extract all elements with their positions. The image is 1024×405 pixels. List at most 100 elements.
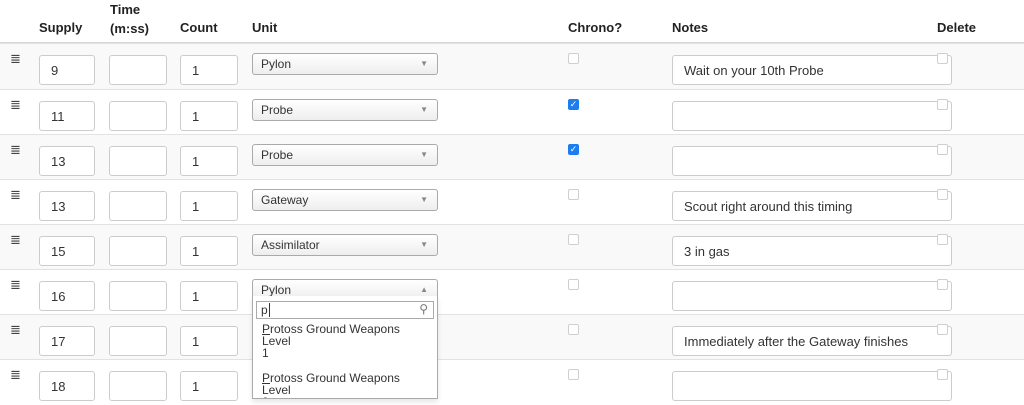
count-input[interactable] [180, 371, 238, 401]
unit-select[interactable]: Assimilator ▼ [252, 234, 438, 256]
drag-handle-icon[interactable]: ≣ [10, 323, 21, 336]
header-supply: Supply [39, 20, 83, 35]
drag-handle-icon[interactable]: ≣ [10, 233, 21, 246]
unit-search-query: p [261, 303, 268, 317]
drag-handle-icon[interactable]: ≣ [10, 368, 21, 381]
chrono-checkbox[interactable] [568, 324, 579, 335]
chevron-down-icon: ▼ [420, 150, 428, 159]
unit-select-value: Pylon [261, 283, 292, 297]
table-row: ≣ [0, 359, 1024, 405]
chrono-checkbox[interactable] [568, 234, 579, 245]
time-input[interactable] [109, 191, 167, 221]
chevron-up-icon: ▲ [420, 285, 428, 294]
supply-input[interactable] [39, 191, 95, 221]
time-input[interactable] [109, 101, 167, 131]
notes-input[interactable] [672, 55, 952, 85]
drag-handle-icon[interactable]: ≣ [10, 52, 21, 65]
drag-handle-icon[interactable]: ≣ [10, 278, 21, 291]
search-icon: ⚲ [419, 302, 428, 316]
unit-dropdown[interactable]: p ⚲ Protoss Ground Weapons Level 1 Protoss… [252, 296, 438, 399]
notes-input[interactable] [672, 191, 952, 221]
supply-input[interactable] [39, 236, 95, 266]
unit-select-value: Pylon [261, 57, 292, 71]
time-input[interactable] [109, 281, 167, 311]
unit-select-value: Gateway [261, 193, 309, 207]
delete-checkbox[interactable] [937, 279, 948, 290]
time-input[interactable] [109, 146, 167, 176]
chrono-checkbox[interactable] [568, 279, 579, 290]
unit-select-value: Assimilator [261, 238, 320, 252]
unit-select[interactable]: Gateway ▼ [252, 189, 438, 211]
count-input[interactable] [180, 55, 238, 85]
delete-checkbox[interactable] [937, 144, 948, 155]
header-unit: Unit [252, 20, 278, 35]
delete-checkbox[interactable] [937, 53, 948, 64]
table-row: ≣ Pylon ▼ [0, 43, 1024, 89]
chrono-checkbox[interactable] [568, 189, 579, 200]
drag-handle-icon[interactable]: ≣ [10, 98, 21, 111]
count-input[interactable] [180, 191, 238, 221]
supply-input[interactable] [39, 146, 95, 176]
chevron-down-icon: ▼ [420, 59, 428, 68]
supply-input[interactable] [39, 281, 95, 311]
header-delete: Delete [937, 20, 977, 35]
header-time-line2: (m:ss) [110, 21, 150, 36]
notes-input[interactable] [672, 326, 952, 356]
count-input[interactable] [180, 101, 238, 131]
delete-checkbox[interactable] [937, 234, 948, 245]
delete-checkbox[interactable] [937, 189, 948, 200]
build-order-table: Supply Time (m:ss) Count Unit Chrono? No… [0, 0, 1024, 401]
count-input[interactable] [180, 146, 238, 176]
notes-input[interactable] [672, 236, 952, 266]
delete-checkbox[interactable] [937, 324, 948, 335]
table-row: ≣ Pylon ▲ [0, 269, 1024, 315]
table-row: ≣ Probe ▼ ✓ [0, 89, 1024, 135]
time-input[interactable] [109, 236, 167, 266]
chevron-down-icon: ▼ [420, 240, 428, 249]
table-row: ≣ [0, 314, 1024, 360]
header-count: Count [180, 20, 218, 35]
time-input[interactable] [109, 55, 167, 85]
unit-select[interactable]: Pylon ▼ [252, 53, 438, 75]
count-input[interactable] [180, 326, 238, 356]
option-text: rotoss Ground Weapons Level [262, 371, 400, 397]
notes-input[interactable] [672, 101, 952, 131]
header-time-line1: Time [110, 2, 141, 17]
notes-input[interactable] [672, 146, 952, 176]
header-chrono: Chrono? [568, 20, 623, 35]
unit-options-list: Protoss Ground Weapons Level 1 Protoss Gro… [253, 323, 437, 398]
drag-handle-icon[interactable]: ≣ [10, 188, 21, 201]
unit-select-value: Probe [261, 148, 294, 162]
unit-select[interactable]: Probe ▼ [252, 99, 438, 121]
notes-input[interactable] [672, 281, 952, 311]
unit-option[interactable]: Protoss Ground Weapons Level 1 [253, 323, 437, 359]
drag-handle-icon[interactable]: ≣ [10, 143, 21, 156]
count-input[interactable] [180, 236, 238, 266]
option-text-line2: 2 [262, 395, 269, 398]
header-notes: Notes [672, 20, 709, 35]
option-text-line2: 1 [262, 346, 269, 360]
delete-checkbox[interactable] [937, 369, 948, 380]
supply-input[interactable] [39, 326, 95, 356]
table-row: ≣ Gateway ▼ [0, 179, 1024, 225]
supply-input[interactable] [39, 371, 95, 401]
table-row: ≣ Assimilator ▼ [0, 224, 1024, 270]
chrono-checkbox[interactable] [568, 53, 579, 64]
count-input[interactable] [180, 281, 238, 311]
notes-input[interactable] [672, 371, 952, 401]
time-input[interactable] [109, 326, 167, 356]
delete-checkbox[interactable] [937, 99, 948, 110]
supply-input[interactable] [39, 55, 95, 85]
unit-search-field[interactable]: p ⚲ [256, 301, 434, 319]
time-input[interactable] [109, 371, 167, 401]
chrono-checkbox[interactable] [568, 369, 579, 380]
chevron-down-icon: ▼ [420, 105, 428, 114]
chevron-down-icon: ▼ [420, 195, 428, 204]
chrono-checkbox[interactable]: ✓ [568, 144, 579, 155]
header-time: Time (m:ss) [110, 2, 149, 36]
unit-select[interactable]: Probe ▼ [252, 144, 438, 166]
table-row: ≣ Probe ▼ ✓ [0, 134, 1024, 180]
unit-option[interactable]: Protoss Ground Weapons Level2 [253, 371, 437, 398]
chrono-checkbox[interactable]: ✓ [568, 99, 579, 110]
supply-input[interactable] [39, 101, 95, 131]
